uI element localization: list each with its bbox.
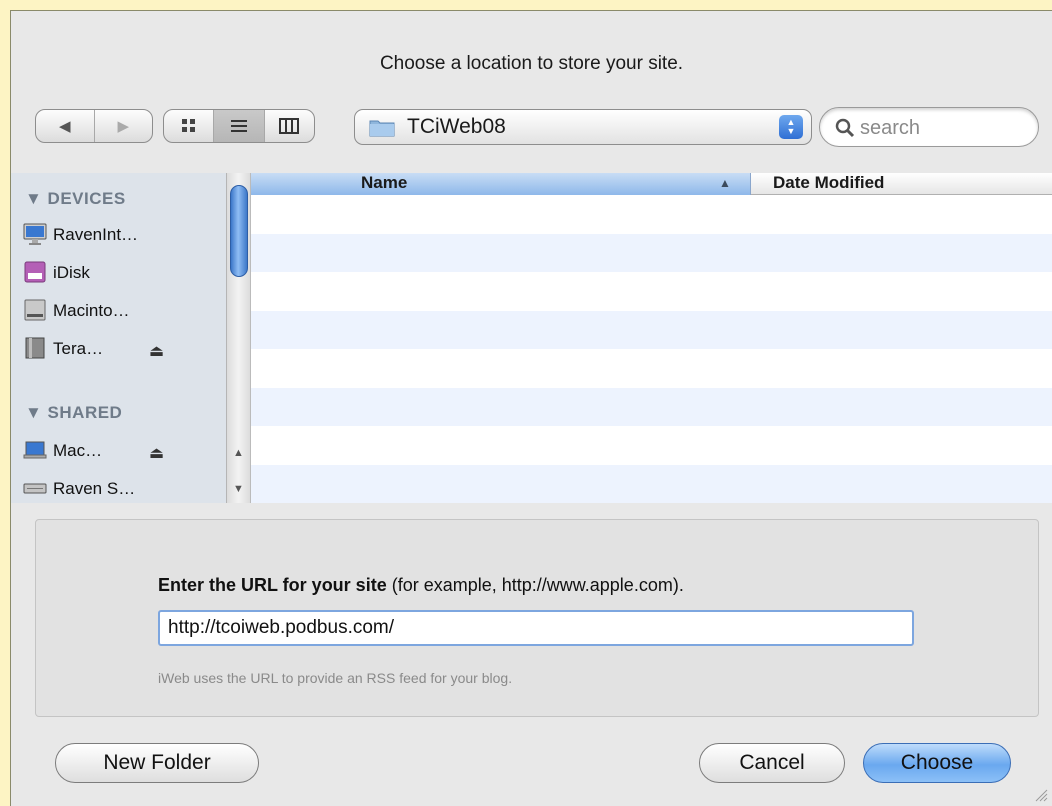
sidebar-item-label: Macinto…	[53, 301, 130, 320]
idisk-icon	[24, 261, 46, 283]
laptop-icon	[23, 441, 47, 459]
url-hint: iWeb uses the URL to provide an RSS feed…	[158, 670, 513, 686]
sidebar-item-label: RavenInt…	[53, 225, 139, 244]
imac-icon	[23, 223, 47, 245]
file-list[interactable]: Name ▲ Date Modified	[251, 173, 1052, 503]
sidebar-header-shared: ▼ SHARED	[25, 403, 123, 422]
sidebar-scrollbar[interactable]: ▲ ▼	[227, 173, 251, 503]
sidebar-item-mac[interactable]: Mac…	[23, 441, 103, 461]
file-rows	[251, 195, 1052, 503]
table-row	[251, 310, 1052, 349]
column-header-date-modified[interactable]: Date Modified	[773, 173, 884, 193]
sidebar-item-macintosh-hd[interactable]: Macinto…	[24, 299, 130, 321]
column-header-label: Name	[361, 173, 408, 192]
sidebar-item-raven-server[interactable]: Raven S…	[23, 479, 136, 499]
url-label-bold: Enter the URL for your site	[158, 575, 387, 595]
url-panel: Enter the URL for your site (for example…	[35, 519, 1039, 717]
scroll-up-arrow-icon[interactable]: ▲	[227, 443, 250, 463]
location-popup[interactable]: TCiWeb08 ▲ ▼	[354, 109, 812, 145]
popup-arrows-icon: ▲ ▼	[779, 115, 803, 139]
save-dialog-sheet: Choose a location to store your site. ◀ …	[10, 10, 1052, 806]
location-label: TCiWeb08	[407, 115, 506, 138]
list-icon	[230, 120, 247, 132]
sidebar-item-label: Tera…	[53, 339, 104, 358]
resize-grip-icon[interactable]	[1034, 788, 1048, 802]
scrollbar-thumb[interactable]	[230, 185, 248, 277]
external-drive-icon	[25, 337, 45, 359]
icon-view-button[interactable]	[164, 110, 215, 142]
choose-button[interactable]: Choose	[863, 743, 1011, 783]
forward-icon: ▶	[117, 118, 130, 135]
sort-ascending-icon: ▲	[719, 176, 731, 190]
column-header-name[interactable]: Name ▲	[251, 173, 751, 195]
url-label: Enter the URL for your site (for example…	[158, 575, 684, 596]
table-row	[251, 195, 1052, 234]
search-input[interactable]	[858, 114, 1022, 142]
url-label-example: (for example, http://www.apple.com).	[386, 575, 684, 595]
search-field	[819, 107, 1039, 147]
back-button[interactable]: ◀	[36, 110, 95, 142]
new-folder-button[interactable]: New Folder	[55, 743, 259, 783]
table-row	[251, 349, 1052, 388]
folder-icon	[369, 120, 395, 137]
dialog-prompt: Choose a location to store your site.	[379, 53, 684, 74]
table-row	[251, 272, 1052, 311]
url-field[interactable]	[158, 610, 914, 646]
eject-icon[interactable]: ⏏	[149, 443, 164, 463]
hard-drive-icon	[24, 299, 46, 321]
grid-icon	[181, 119, 195, 132]
columns-icon	[279, 118, 300, 134]
sidebar-item-idisk[interactable]: iDisk	[24, 261, 90, 283]
table-row	[251, 464, 1052, 503]
sidebar-item-label: Raven S…	[53, 479, 136, 498]
scroll-down-arrow-icon[interactable]: ▼	[227, 479, 250, 499]
sidebar-item-raveninternal[interactable]: RavenInt…	[23, 223, 139, 245]
back-icon: ◀	[58, 118, 71, 135]
server-icon	[23, 483, 47, 494]
sidebar-header-devices: ▼ DEVICES	[25, 189, 126, 208]
cancel-button[interactable]: Cancel	[699, 743, 845, 783]
sidebar-item-tera[interactable]: Tera…	[25, 337, 104, 359]
table-row	[251, 387, 1052, 426]
list-view-button[interactable]	[214, 110, 265, 142]
sidebar: ▼ DEVICES RavenInt… iDisk Macinto… Tera……	[11, 173, 227, 503]
forward-button[interactable]: ▶	[95, 110, 153, 142]
column-view-button[interactable]	[265, 110, 314, 142]
view-mode-selector	[163, 109, 315, 143]
table-row	[251, 426, 1052, 465]
eject-icon[interactable]: ⏏	[149, 341, 164, 361]
navigation-buttons: ◀ ▶	[35, 109, 153, 143]
sidebar-item-label: iDisk	[53, 263, 90, 282]
table-row	[251, 233, 1052, 272]
list-header: Name ▲ Date Modified	[251, 173, 1052, 195]
sidebar-item-label: Mac…	[53, 441, 103, 460]
search-icon	[835, 118, 855, 138]
